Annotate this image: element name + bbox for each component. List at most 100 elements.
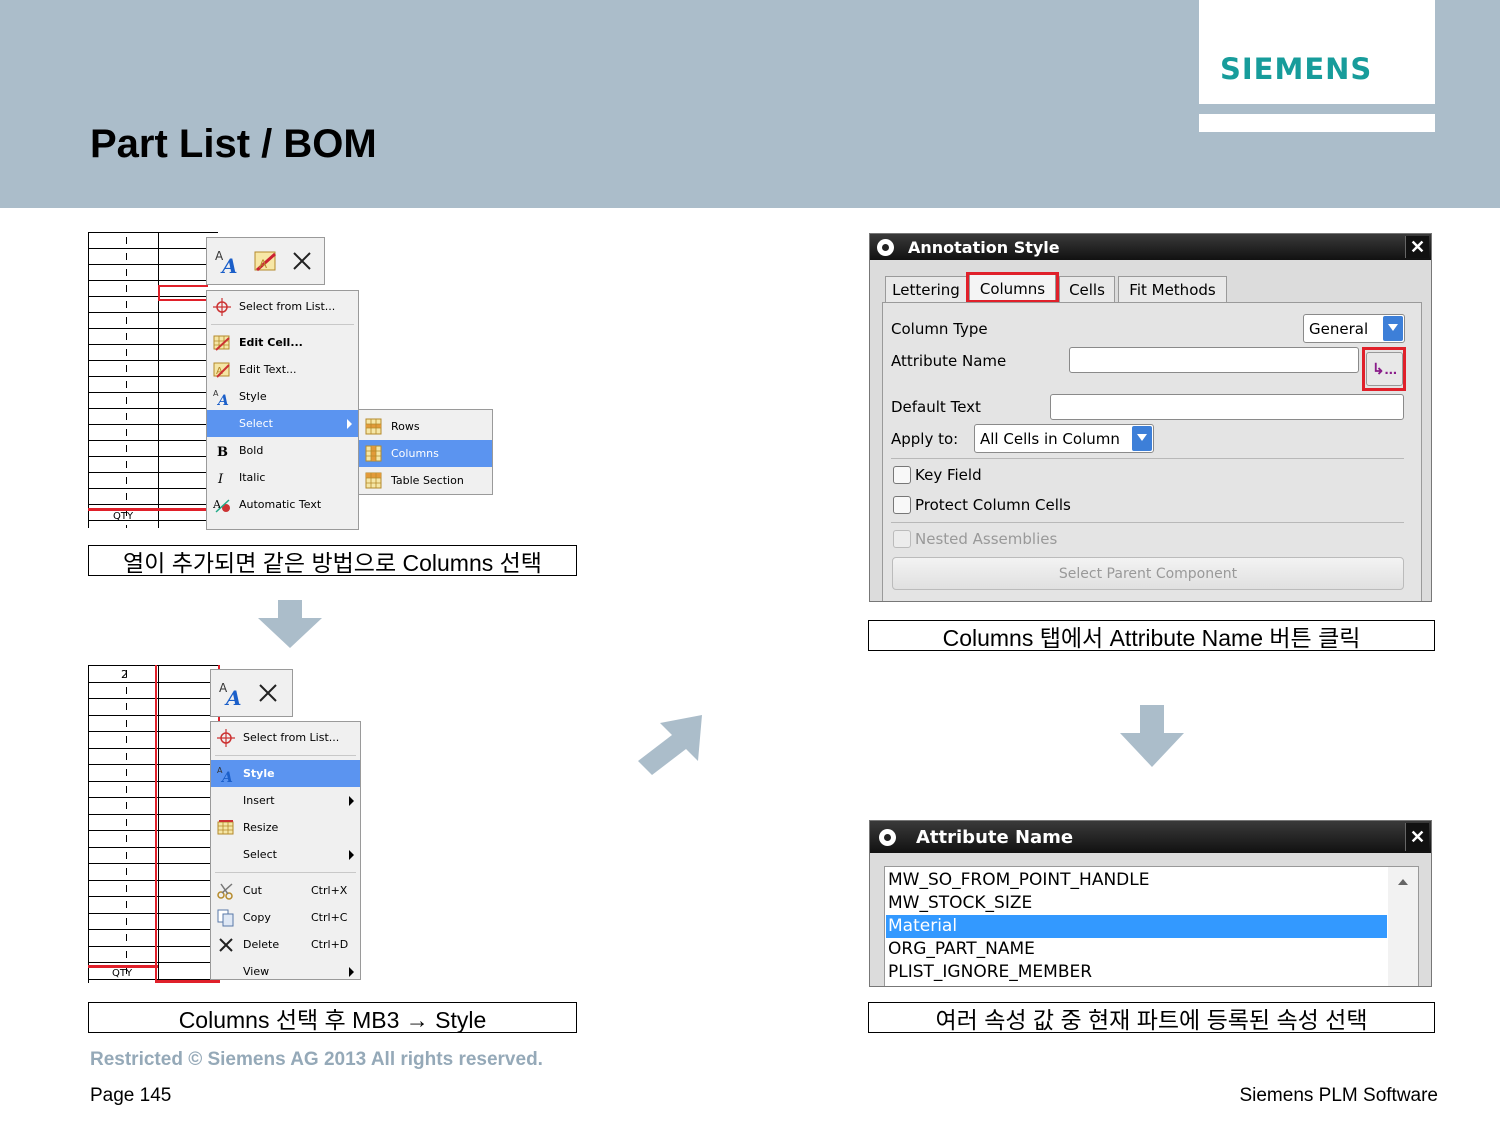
menu-item-columns[interactable]: Columns: [359, 440, 492, 467]
menu-item-table-section[interactable]: Table Section: [359, 467, 492, 494]
menu-item-label: Table Section: [391, 474, 464, 487]
down-arrow-2: [1120, 705, 1184, 767]
list-item[interactable]: ORG_PART_NAME: [886, 938, 1387, 961]
menu-item-edit-cell[interactable]: Edit Cell...: [207, 329, 358, 356]
mini-toolbar-2: AA: [210, 669, 293, 717]
close-dialog-button[interactable]: ✕: [1405, 236, 1429, 258]
context-menu-1: Select from List... Edit Cell... A Edit Tex…: [206, 290, 359, 530]
svg-text:I: I: [217, 472, 224, 487]
table-cell-mark: [126, 785, 127, 793]
menu-item-label: Select from List...: [243, 731, 340, 744]
svg-text:A: A: [259, 257, 267, 271]
select-parent-button[interactable]: Select Parent Component: [892, 557, 1404, 590]
submenu-arrow-icon: [349, 796, 354, 806]
menu-item-copy[interactable]: Copy Ctrl+C: [211, 904, 360, 931]
close-icon[interactable]: [257, 682, 279, 704]
key-field-checkbox[interactable]: [893, 466, 911, 484]
table-row-line: [88, 312, 218, 313]
menu-item-shortcut: Ctrl+D: [311, 938, 349, 951]
table-cell-mark: [126, 884, 127, 892]
menu-item-italic[interactable]: I Italic: [207, 464, 358, 491]
table-cell-mark: [126, 686, 127, 694]
apply-to-dropdown[interactable]: All Cells in Column: [974, 424, 1154, 453]
svg-text:A: A: [224, 686, 242, 706]
style-icon[interactable]: AA: [219, 680, 245, 706]
default-text-field[interactable]: [1050, 394, 1404, 420]
menu-item-insert[interactable]: Insert: [211, 787, 360, 814]
caption-attribute: 여러 속성 값 중 현재 파트에 등록된 속성 선택: [868, 1002, 1435, 1033]
style-icon: AA: [213, 388, 231, 409]
attribute-name-field[interactable]: [1069, 347, 1359, 373]
table-row-line: [88, 376, 218, 377]
tab-lettering[interactable]: Lettering: [885, 276, 967, 302]
rows-icon: [365, 418, 383, 436]
nested-assemblies-checkbox[interactable]: [893, 530, 911, 548]
menu-item-label: View: [243, 965, 270, 978]
menu-item-delete[interactable]: Delete Ctrl+D: [211, 931, 360, 958]
tab-fit-methods[interactable]: Fit Methods: [1118, 276, 1227, 302]
resize-icon: [217, 819, 235, 837]
drawing-table-1: [88, 232, 218, 528]
logo-strip: [1199, 114, 1435, 132]
menu-item-cut[interactable]: Cut Ctrl+X: [211, 877, 360, 904]
edit-text-icon[interactable]: A: [253, 248, 279, 274]
menu-item-bold[interactable]: B Bold: [207, 437, 358, 464]
menu-item-style[interactable]: A A Style: [211, 760, 360, 787]
gear-icon[interactable]: [877, 239, 894, 256]
list-item[interactable]: PLIST_IGNORE_MEMBER: [886, 961, 1387, 984]
svg-text:A: A: [220, 254, 238, 274]
table-row-line: [88, 488, 218, 489]
scrollbar[interactable]: [1388, 867, 1418, 986]
copy-icon: [217, 909, 235, 927]
table-cell-mark: [126, 365, 127, 372]
menu-item-label: Edit Cell...: [239, 336, 303, 349]
table-cell-mark: [126, 349, 127, 356]
close-icon[interactable]: [291, 250, 313, 272]
menu-item-view[interactable]: View: [211, 958, 360, 985]
menu-item-select[interactable]: Select: [211, 841, 360, 868]
menu-item-shortcut: Ctrl+X: [311, 884, 348, 897]
submenu-arrow-icon: [349, 967, 354, 977]
list-item[interactable]: MW_STOCK_SIZE: [886, 892, 1387, 915]
bold-icon: B: [213, 442, 231, 460]
menu-item-edit-text[interactable]: A Edit Text...: [207, 356, 358, 383]
menu-item-style[interactable]: A A Style: [207, 383, 358, 410]
svg-text:A: A: [216, 393, 229, 406]
table-cell-mark: [126, 445, 127, 452]
table-cell-mark: [126, 317, 127, 324]
table-cell-mark: [126, 301, 127, 308]
table-cell-mark: [126, 461, 127, 468]
page-title: Part List / BOM: [90, 122, 377, 166]
style-icon[interactable]: AA: [215, 248, 241, 274]
column-type-dropdown[interactable]: General: [1303, 314, 1405, 343]
tab-cells[interactable]: Cells: [1059, 276, 1115, 302]
menu-item-select-from-list[interactable]: Select from List...: [207, 293, 358, 320]
table-row-line: [88, 424, 218, 425]
table-row-line: [88, 504, 218, 505]
menu-item-select[interactable]: Select: [207, 410, 358, 437]
menu-separator: [215, 755, 356, 756]
menu-item-automatic-text[interactable]: A Automatic Text: [207, 491, 358, 518]
protect-cells-checkbox[interactable]: [893, 496, 911, 514]
svg-text:A: A: [220, 770, 233, 783]
chevron-down-icon[interactable]: [1132, 426, 1152, 451]
menu-separator: [215, 872, 356, 873]
menu-item-resize[interactable]: Resize: [211, 814, 360, 841]
chevron-down-icon[interactable]: [1383, 316, 1403, 341]
list-item[interactable]: Material: [886, 915, 1387, 938]
list-item[interactable]: MW_SO_FROM_POINT_HANDLE: [886, 869, 1387, 892]
menu-item-label: Select from List...: [239, 300, 336, 313]
top-cell-2: 2: [121, 668, 128, 681]
attribute-name-label: Attribute Name: [891, 352, 1007, 370]
scroll-up-icon[interactable]: [1398, 879, 1408, 885]
menu-item-rows[interactable]: Rows: [359, 413, 492, 440]
edit-text-icon: A: [213, 361, 231, 379]
gear-icon[interactable]: [879, 829, 896, 846]
close-dialog-button[interactable]: ✕: [1405, 823, 1429, 851]
table-column-line: [88, 665, 89, 983]
style-icon: AA: [217, 765, 235, 786]
menu-item-label: Edit Text...: [239, 363, 297, 376]
menu-item-label: Copy: [243, 911, 271, 924]
table-cell-mark: [126, 719, 127, 727]
menu-item-select-from-list[interactable]: Select from List...: [211, 724, 360, 751]
